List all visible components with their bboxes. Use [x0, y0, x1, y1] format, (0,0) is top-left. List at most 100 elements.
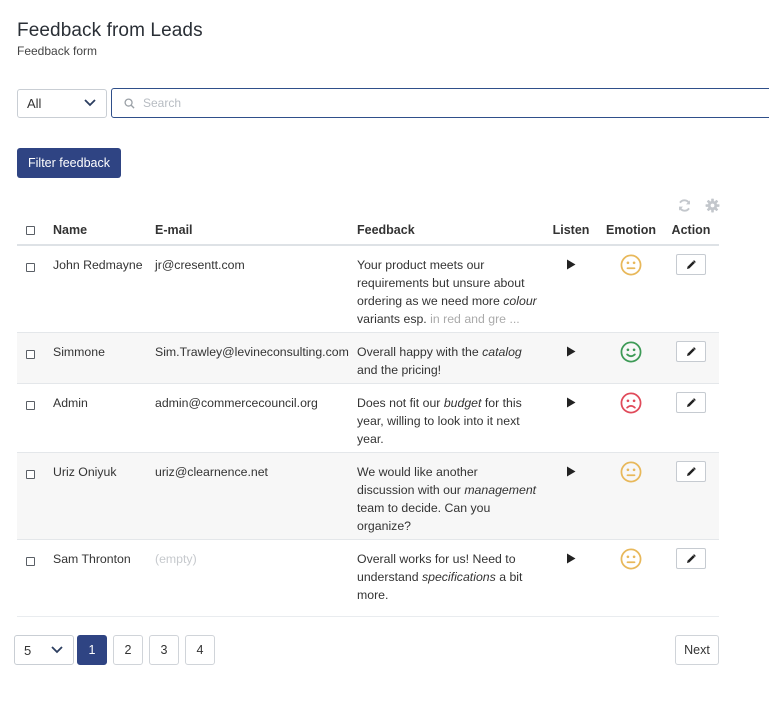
- row-checkbox[interactable]: [26, 556, 35, 566]
- header-feedback[interactable]: Feedback: [357, 215, 543, 246]
- row-listen[interactable]: [543, 245, 599, 333]
- page-button-3[interactable]: 3: [149, 635, 179, 665]
- refresh-icon[interactable]: [677, 198, 692, 213]
- feedback-keyword: budget: [443, 396, 482, 410]
- gear-icon[interactable]: [705, 198, 720, 213]
- feedback-segment: and the pricing!: [357, 363, 442, 377]
- table-row[interactable]: Uriz Oniyuk uriz@clearnence.net We would l…: [17, 452, 719, 540]
- search-input[interactable]: [143, 96, 643, 110]
- play-icon[interactable]: [566, 553, 576, 564]
- edit-button[interactable]: [676, 341, 706, 362]
- play-icon[interactable]: [566, 397, 576, 408]
- feedback-segment: Overall happy with the: [357, 345, 483, 359]
- row-name: Sam Thronton: [53, 552, 131, 566]
- chevron-down-icon: [84, 99, 96, 107]
- row-checkbox[interactable]: [26, 349, 35, 359]
- scope-select-value: All: [27, 96, 42, 111]
- emotion-sad-icon: [620, 392, 642, 414]
- table-row[interactable]: Sam Thronton (empty) Overall works for us!…: [17, 540, 719, 609]
- row-name: Uriz Oniyuk: [53, 452, 155, 540]
- page-button-1[interactable]: 1: [77, 635, 107, 665]
- row-checkbox[interactable]: [26, 400, 35, 410]
- pencil-icon: [687, 466, 696, 476]
- row-select-cell[interactable]: [17, 383, 53, 453]
- pencil-icon: [687, 397, 696, 407]
- row-feedback: Overall happy with the catalog and the p…: [357, 332, 543, 384]
- row-listen[interactable]: [543, 332, 599, 384]
- feedback-text: Overall works for us! Need to understand…: [357, 550, 543, 608]
- row-select-cell[interactable]: [17, 245, 53, 333]
- feedback-text: Overall happy with the catalog and the p…: [357, 343, 543, 383]
- table-header-row: Name E-mail Feedback Listen Emotion Acti…: [17, 215, 719, 246]
- row-emotion: [599, 332, 663, 384]
- row-select-cell[interactable]: [17, 452, 53, 540]
- row-name: Simmone: [53, 332, 155, 384]
- row-select-cell[interactable]: [17, 332, 53, 384]
- emotion-happy-icon: [620, 341, 642, 363]
- search-icon: [124, 97, 135, 109]
- row-email: jr@cresentt.com: [155, 245, 357, 333]
- row-emotion: [599, 245, 663, 333]
- row-action: [663, 540, 719, 609]
- page-size-value: 5: [24, 642, 32, 658]
- edit-button[interactable]: [676, 548, 706, 569]
- table-row[interactable]: Simmone Sim.Trawley@levineconsulting.com O…: [17, 332, 719, 384]
- feedback-text: Does not fit our budget for this year, w…: [357, 394, 543, 452]
- feedback-text: Your product meets our requirements but …: [357, 256, 543, 332]
- row-checkbox[interactable]: [26, 262, 35, 272]
- row-checkbox[interactable]: [26, 469, 35, 479]
- header-email[interactable]: E-mail: [155, 215, 357, 246]
- pencil-icon: [687, 553, 696, 563]
- row-name: John Redmayne: [53, 245, 155, 333]
- pencil-icon: [687, 259, 696, 269]
- page-button-2[interactable]: 2: [113, 635, 143, 665]
- feedback-text: We would like another discussion with ou…: [357, 463, 543, 539]
- row-feedback: Does not fit our budget for this year, w…: [357, 383, 543, 453]
- row-emotion: [599, 540, 663, 609]
- edit-button[interactable]: [676, 392, 706, 413]
- play-icon[interactable]: [566, 466, 576, 477]
- row-listen[interactable]: [543, 452, 599, 540]
- row-listen[interactable]: [543, 383, 599, 453]
- row-feedback: We would like another discussion with ou…: [357, 452, 543, 540]
- table-row[interactable]: Admin admin@commercecouncil.org Does not f…: [17, 383, 719, 453]
- feedback-keyword: catalog: [482, 345, 522, 359]
- feedback-table: Name E-mail Feedback Listen Emotion Acti…: [17, 215, 719, 608]
- feedback-keyword: management: [464, 483, 537, 497]
- emotion-neutral-icon: [620, 254, 642, 276]
- row-action: [663, 245, 719, 333]
- emotion-neutral-icon: [620, 548, 642, 570]
- table-bottom-divider: [17, 616, 719, 617]
- header-listen: Listen: [543, 215, 599, 246]
- feedback-segment: We would like another discussion with ou…: [357, 465, 478, 497]
- scope-select[interactable]: All: [17, 89, 107, 118]
- feedback-segment: Does not fit our: [357, 396, 444, 410]
- row-action: [663, 383, 719, 453]
- row-listen[interactable]: [543, 540, 599, 609]
- table-row[interactable]: John Redmayne jr@cresentt.com Your product…: [17, 245, 719, 333]
- emotion-neutral-icon: [620, 461, 642, 483]
- edit-button[interactable]: [676, 461, 706, 482]
- feedback-segment: variants esp.: [357, 312, 431, 326]
- feedback-keyword: specifications: [421, 570, 496, 584]
- play-icon[interactable]: [566, 346, 576, 357]
- page-subtitle: Feedback form: [17, 44, 98, 58]
- header-select-all[interactable]: [17, 215, 53, 246]
- edit-button[interactable]: [676, 254, 706, 275]
- row-select-cell[interactable]: [17, 540, 53, 609]
- row-email: uriz@clearnence.net: [155, 452, 357, 540]
- row-name: Admin: [53, 383, 155, 453]
- page-button-4[interactable]: 4: [185, 635, 215, 665]
- chevron-down-icon: [51, 646, 63, 654]
- filter-feedback-button[interactable]: Filter feedback: [17, 148, 121, 178]
- header-name[interactable]: Name: [53, 215, 155, 246]
- feedback-segment: team to decide. Can you organize?: [357, 501, 491, 533]
- pencil-icon: [687, 346, 696, 356]
- feedback-keyword: colour: [503, 294, 537, 308]
- page-size-select[interactable]: 5: [14, 635, 74, 665]
- search-box[interactable]: [111, 88, 769, 118]
- select-all-checkbox[interactable]: [26, 225, 35, 235]
- play-icon[interactable]: [566, 259, 576, 270]
- row-email: Sim.Trawley@levineconsulting.com: [155, 332, 357, 384]
- next-page-button[interactable]: Next: [675, 635, 719, 665]
